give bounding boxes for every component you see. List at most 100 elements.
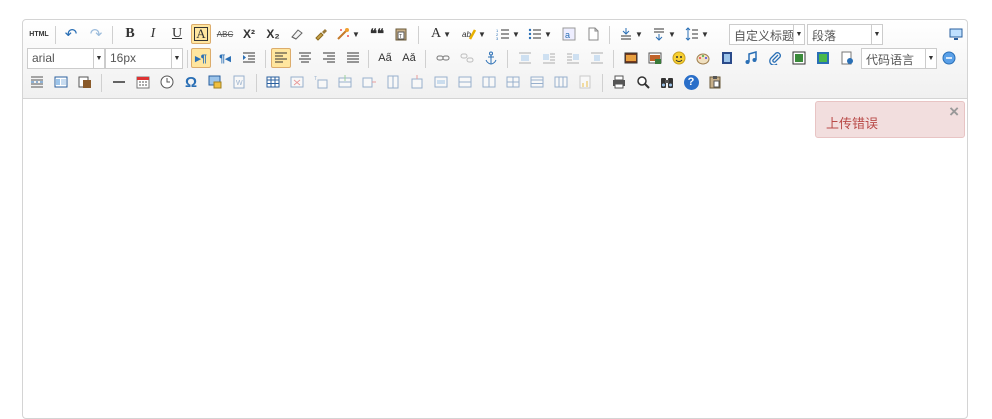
date-icon[interactable] bbox=[133, 72, 153, 92]
delete-table-icon[interactable] bbox=[287, 72, 307, 92]
insert-code-icon[interactable] bbox=[939, 48, 959, 68]
underline-button[interactable]: U bbox=[167, 24, 187, 44]
insert-table-icon[interactable] bbox=[263, 72, 283, 92]
time-icon[interactable] bbox=[157, 72, 177, 92]
insert-row-icon[interactable] bbox=[335, 72, 355, 92]
unlink-icon[interactable] bbox=[457, 48, 477, 68]
eraser-icon[interactable] bbox=[287, 24, 307, 44]
split-to-cols-icon[interactable] bbox=[551, 72, 571, 92]
redo-icon[interactable]: ↷ bbox=[86, 24, 106, 44]
charts-icon[interactable] bbox=[575, 72, 595, 92]
ordered-list-icon[interactable]: 1 2 3 ▼ bbox=[494, 24, 522, 44]
anchor-icon[interactable] bbox=[481, 48, 501, 68]
svg-text:3: 3 bbox=[496, 36, 499, 41]
separator bbox=[613, 50, 614, 68]
paragraph-format-value: 段落 bbox=[812, 29, 837, 43]
webapp-icon[interactable] bbox=[51, 72, 71, 92]
drafts-icon[interactable] bbox=[705, 72, 725, 92]
lowercase-icon[interactable]: Aǎ bbox=[399, 48, 419, 68]
blockquote-button[interactable]: ❝❝ bbox=[367, 24, 387, 44]
toolbar-row-3: Ω W T ? bbox=[25, 72, 965, 94]
auto-typeset-icon[interactable]: ▼ bbox=[335, 24, 361, 44]
search-replace-icon[interactable] bbox=[657, 72, 677, 92]
strikethrough-button[interactable]: ABC bbox=[215, 24, 235, 44]
paste-plain-icon[interactable]: T bbox=[391, 24, 411, 44]
row-spacing-bottom-icon[interactable]: ▼ bbox=[650, 24, 678, 44]
align-justify-icon[interactable] bbox=[343, 48, 363, 68]
chevron-down-icon: ▼ bbox=[793, 25, 804, 44]
line-height-icon[interactable]: ▼ bbox=[683, 24, 711, 44]
chevron-down-icon: ▼ bbox=[871, 25, 882, 44]
row-spacing-top-icon[interactable]: ▼ bbox=[617, 24, 645, 44]
print-icon[interactable] bbox=[609, 72, 629, 92]
delete-row-icon[interactable] bbox=[359, 72, 379, 92]
upload-error-alert: 上传错误 × bbox=[815, 101, 965, 138]
unordered-list-icon[interactable]: ▼ bbox=[526, 24, 554, 44]
align-center-icon[interactable] bbox=[295, 48, 315, 68]
rtl-direction-icon[interactable]: ¶◂ bbox=[215, 48, 235, 68]
background-color-button[interactable]: ab ▼ bbox=[459, 24, 489, 44]
merge-cells-icon[interactable] bbox=[431, 72, 451, 92]
align-right-icon[interactable] bbox=[319, 48, 339, 68]
scrawl-icon[interactable] bbox=[693, 48, 713, 68]
background-icon[interactable] bbox=[75, 72, 95, 92]
align-left-icon[interactable] bbox=[271, 48, 291, 68]
map-icon[interactable] bbox=[813, 48, 833, 68]
music-icon[interactable] bbox=[741, 48, 761, 68]
html-source-button[interactable]: HTML bbox=[27, 24, 51, 44]
word-image-icon[interactable]: W bbox=[229, 72, 249, 92]
font-size-select[interactable]: 16px ▼ bbox=[105, 48, 183, 69]
image-none-icon[interactable] bbox=[515, 48, 535, 68]
merge-down-icon[interactable] bbox=[479, 72, 499, 92]
superscript-button[interactable]: X² bbox=[239, 24, 259, 44]
toolbar-row-2: arial ▼ 16px ▼ ▸¶ ¶◂ Aa̋ Aǎ 代码语言 ▼ bbox=[25, 48, 965, 70]
toolbar-row-1: HTML ↶ ↷ B I U A ABC X² X₂ ▼ ❝❝ T A ▼ ab… bbox=[25, 24, 965, 46]
select-all-icon[interactable]: a bbox=[559, 24, 579, 44]
page-break-icon[interactable] bbox=[27, 72, 47, 92]
insert-col-icon[interactable] bbox=[383, 72, 403, 92]
insert-frame-icon[interactable] bbox=[789, 48, 809, 68]
insert-video-icon[interactable] bbox=[717, 48, 737, 68]
editor-content-area[interactable] bbox=[23, 99, 967, 419]
image-left-icon[interactable] bbox=[539, 48, 559, 68]
svg-text:T: T bbox=[314, 76, 317, 82]
snapscreen-icon[interactable] bbox=[205, 72, 225, 92]
ltr-direction-icon[interactable]: ▸¶ bbox=[191, 48, 211, 68]
subscript-button[interactable]: X₂ bbox=[263, 24, 283, 44]
font-border-button[interactable]: A bbox=[191, 24, 211, 44]
template-icon[interactable] bbox=[837, 48, 857, 68]
clear-doc-icon[interactable] bbox=[583, 24, 603, 44]
help-icon[interactable]: ? bbox=[681, 72, 701, 92]
emotion-icon[interactable] bbox=[669, 48, 689, 68]
format-painter-icon[interactable] bbox=[311, 24, 331, 44]
close-icon[interactable]: × bbox=[949, 102, 959, 122]
separator bbox=[368, 50, 369, 68]
simple-upload-icon[interactable] bbox=[621, 48, 641, 68]
code-language-select[interactable]: 代码语言 ▼ bbox=[861, 48, 937, 69]
font-color-button[interactable]: A ▼ bbox=[427, 24, 455, 44]
fullscreen-icon[interactable] bbox=[946, 24, 966, 44]
font-family-select[interactable]: arial ▼ bbox=[27, 48, 105, 69]
split-to-cells-icon[interactable] bbox=[503, 72, 523, 92]
special-chars-button[interactable]: Ω bbox=[181, 72, 201, 92]
bold-button[interactable]: B bbox=[120, 24, 140, 44]
separator bbox=[265, 50, 266, 68]
link-icon[interactable] bbox=[433, 48, 453, 68]
italic-button[interactable]: I bbox=[143, 24, 163, 44]
preview-icon[interactable] bbox=[633, 72, 653, 92]
attachment-icon[interactable] bbox=[765, 48, 785, 68]
insert-paragraph-before-table-icon[interactable]: T bbox=[311, 72, 331, 92]
image-right-icon[interactable] bbox=[563, 48, 583, 68]
delete-col-icon[interactable] bbox=[407, 72, 427, 92]
indent-icon[interactable] bbox=[239, 48, 259, 68]
horizontal-rule-icon[interactable] bbox=[109, 72, 129, 92]
image-center-icon[interactable] bbox=[587, 48, 607, 68]
paragraph-format-select[interactable]: 段落 ▼ bbox=[807, 24, 883, 45]
insert-image-icon[interactable] bbox=[645, 48, 665, 68]
split-to-rows-icon[interactable] bbox=[527, 72, 547, 92]
merge-right-icon[interactable] bbox=[455, 72, 475, 92]
font-color-label: A bbox=[430, 26, 442, 41]
custom-style-select[interactable]: 自定义标题 ▼ bbox=[729, 24, 805, 45]
undo-icon[interactable]: ↶ bbox=[61, 24, 81, 44]
uppercase-icon[interactable]: Aa̋ bbox=[375, 48, 395, 68]
